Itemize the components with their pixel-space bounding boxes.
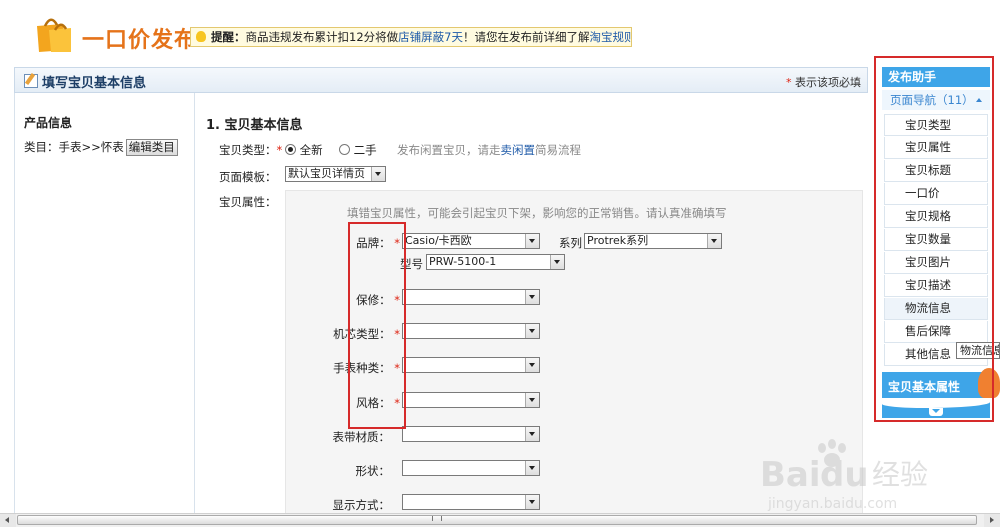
scroll-right-arrow[interactable]: [984, 514, 1000, 527]
svg-text:经验: 经验: [872, 458, 928, 491]
scroll-left-arrow[interactable]: [0, 514, 16, 527]
attributes-warning: 填错宝贝属性，可能会引起宝贝下架，影响您的正常销售。请认真准确填写: [347, 206, 727, 220]
chevron-down-icon: [525, 234, 539, 248]
strap-material-label: 表带材质：: [332, 430, 391, 444]
warranty-select[interactable]: [402, 289, 540, 305]
style-select[interactable]: [402, 392, 540, 408]
chevron-down-icon: [525, 324, 539, 338]
notice-text: 商品违规发布累计扣12分将做: [245, 30, 399, 44]
required-fields-highlight: [348, 222, 406, 429]
movement-select[interactable]: [402, 323, 540, 339]
category-path: 手表>>怀表: [58, 140, 124, 154]
section-header: 填写宝贝基本信息 * 表示该项必填: [14, 67, 868, 93]
shape-label: 形状：: [355, 464, 391, 478]
chevron-down-icon: [550, 255, 564, 269]
svg-text:du: du: [820, 455, 869, 495]
notice-text: ！请您在发布前详细了解: [462, 30, 590, 44]
scroll-grip-icon: [432, 516, 442, 521]
chevron-down-icon: [525, 358, 539, 372]
series-label: 系列: [559, 236, 582, 250]
notice-prefix: 提醒：: [211, 30, 246, 44]
product-info-heading: 产品信息: [24, 116, 73, 130]
display-mode-label: 显示方式：: [332, 498, 391, 512]
svg-text:Bai: Bai: [760, 455, 821, 495]
sidebar-highlight: [874, 56, 994, 422]
shop-block-link[interactable]: 店铺屏蔽7天: [398, 30, 463, 44]
chevron-down-icon: [371, 167, 385, 181]
attributes-label: 宝贝属性：: [219, 195, 277, 209]
scrollbar-thumb[interactable]: [17, 515, 977, 525]
item-type-label: 宝贝类型：*: [219, 143, 283, 157]
taobao-rules-link[interactable]: 淘宝规则: [589, 30, 631, 44]
product-info-panel: [14, 93, 195, 513]
category-line: 类目：手表>>怀表 编辑类目: [24, 139, 178, 156]
chevron-down-icon: [525, 427, 539, 441]
watch-type-select[interactable]: [402, 357, 540, 373]
edit-category-button[interactable]: 编辑类目: [125, 139, 178, 156]
rules-notice: 提醒：商品违规发布累计扣12分将做店铺屏蔽7天！请您在发布前详细了解淘宝规则。: [190, 27, 632, 47]
required-note: * 表示该项必填: [786, 76, 861, 89]
basic-info-title: 1. 宝贝基本信息: [206, 118, 303, 133]
section-title: 填写宝贝基本信息: [42, 76, 147, 91]
used-item-hint: 发布闲置宝贝，请走卖闲置简易流程: [397, 143, 581, 157]
type-new-option[interactable]: 全新: [285, 142, 323, 158]
radio-used[interactable]: [339, 144, 350, 155]
chevron-down-icon: [525, 393, 539, 407]
display-mode-select[interactable]: [402, 494, 540, 510]
brand-select[interactable]: Casio/卡西欧: [402, 233, 540, 249]
edit-form-icon: [24, 74, 38, 88]
svg-text:jingyan.baidu.com: jingyan.baidu.com: [767, 496, 897, 512]
template-select[interactable]: 默认宝贝详情页: [285, 166, 386, 182]
strap-material-select[interactable]: [402, 426, 540, 442]
shopping-bag-logo-icon: [33, 14, 73, 54]
lightbulb-icon: [196, 31, 206, 42]
chevron-down-icon: [707, 234, 721, 248]
chevron-down-icon: [525, 461, 539, 475]
type-used-option[interactable]: 二手: [339, 142, 377, 158]
model-select[interactable]: PRW-5100-1: [426, 254, 565, 270]
shape-select[interactable]: [402, 460, 540, 476]
chevron-down-icon: [525, 495, 539, 509]
horizontal-scrollbar[interactable]: [0, 513, 1000, 527]
template-label: 页面模板：: [219, 170, 277, 184]
radio-new[interactable]: [285, 144, 296, 155]
page-title: 一口价发布: [82, 28, 198, 53]
sell-idle-link[interactable]: 卖闲置: [501, 143, 536, 157]
baidu-watermark: Bai du 经验 jingyan.baidu.com: [760, 438, 970, 518]
chevron-down-icon: [525, 290, 539, 304]
series-select[interactable]: Protrek系列: [584, 233, 722, 249]
